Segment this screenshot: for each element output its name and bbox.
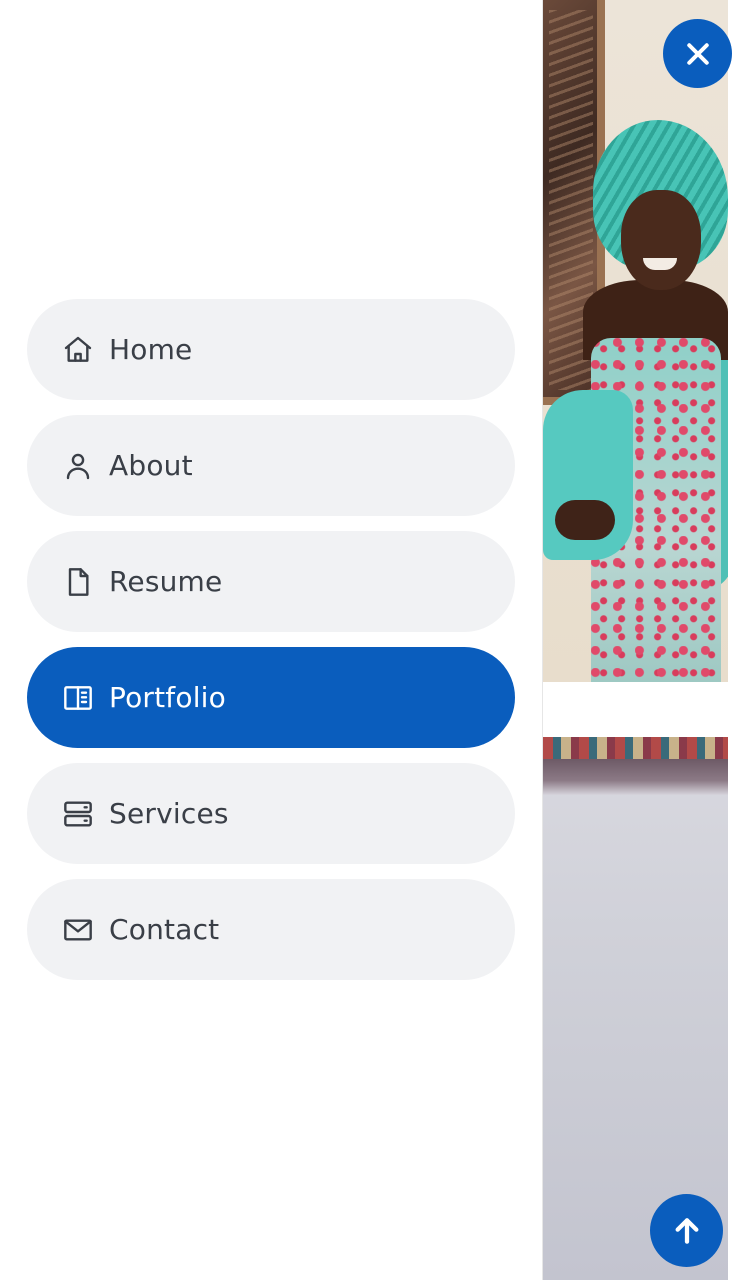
portfolio-photo-woman-in-gele[interactable]	[543, 0, 728, 682]
server-icon	[61, 797, 95, 831]
mobile-nav-panel: Home About Resume Portfolio Services Con…	[0, 0, 543, 1280]
nav-label-about: About	[109, 449, 193, 482]
close-menu-button[interactable]	[663, 19, 732, 88]
nav-label-home: Home	[109, 333, 193, 366]
nav-item-portfolio[interactable]: Portfolio	[27, 647, 515, 748]
house-icon	[61, 333, 95, 367]
nav-label-resume: Resume	[109, 565, 223, 598]
person-icon	[61, 449, 95, 483]
nav-item-resume[interactable]: Resume	[27, 531, 515, 632]
nav-item-home[interactable]: Home	[27, 299, 515, 400]
back-to-top-button[interactable]	[650, 1194, 723, 1267]
nav-item-contact[interactable]: Contact	[27, 879, 515, 980]
nav-label-contact: Contact	[109, 913, 220, 946]
close-icon	[686, 42, 709, 65]
arrow-up-icon	[675, 1217, 698, 1244]
nav-label-services: Services	[109, 797, 229, 830]
nav-item-about[interactable]: About	[27, 415, 515, 516]
nav-label-portfolio: Portfolio	[109, 681, 226, 714]
envelope-icon	[61, 913, 95, 947]
nav-item-services[interactable]: Services	[27, 763, 515, 864]
nav-list: Home About Resume Portfolio Services Con…	[27, 299, 515, 995]
file-icon	[61, 565, 95, 599]
page-background	[543, 0, 750, 1280]
portfolio-icon	[61, 681, 95, 715]
